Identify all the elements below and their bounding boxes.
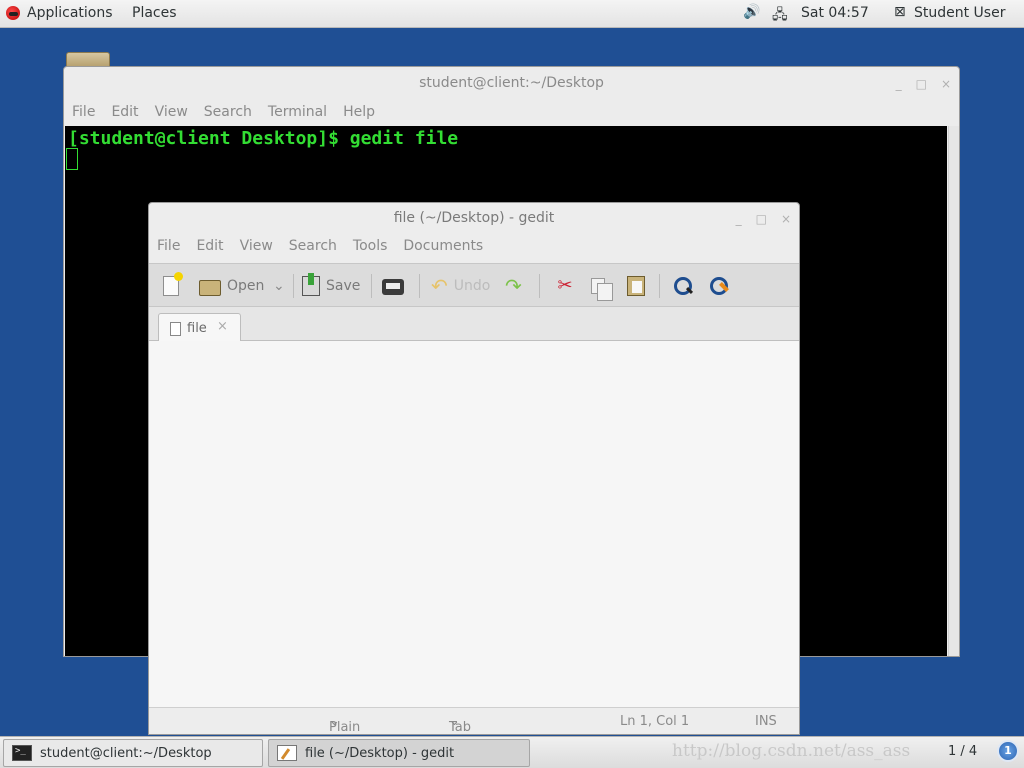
- toolbar-separator: [371, 274, 372, 298]
- top-bar: Applications Places 🔊 🖧 Sat 04:57 ⊠ Stud…: [0, 0, 1024, 28]
- chevron-down-icon: ⌄: [273, 278, 285, 294]
- printer-icon: [382, 279, 404, 295]
- network-icon[interactable]: 🖧: [772, 4, 788, 28]
- gedit-window: file (~/Desktop) - gedit _ □ × File Edit…: [148, 202, 800, 765]
- tab-label: file: [187, 321, 207, 336]
- gedit-window-controls: _ □ ×: [736, 203, 791, 234]
- taskbar-item-label: student@client:~/Desktop: [40, 746, 212, 761]
- open-label: Open: [227, 278, 265, 294]
- save-label: Save: [326, 278, 361, 294]
- applications-menu[interactable]: Applications: [27, 5, 113, 21]
- menu-edit[interactable]: Edit: [188, 234, 231, 262]
- terminal-window-controls: _ □ ×: [896, 67, 951, 100]
- menu-search[interactable]: Search: [196, 100, 260, 126]
- save-icon: [302, 273, 320, 296]
- toolbar-separator: [539, 274, 540, 298]
- terminal-cursor: [66, 148, 78, 170]
- language-selector[interactable]: Plain Text ⌄: [329, 714, 360, 750]
- notification-icon[interactable]: 1: [997, 740, 1019, 762]
- tab-file[interactable]: file ×: [158, 313, 241, 342]
- redo-button[interactable]: ↷: [505, 274, 522, 298]
- terminal-command-line: [student@client Desktop]$ gedit file: [68, 128, 459, 149]
- redo-icon: ↷: [505, 274, 522, 298]
- menu-search[interactable]: Search: [281, 234, 345, 262]
- redhat-icon: [6, 6, 20, 20]
- toolbar-separator: [293, 274, 294, 298]
- maximize-button[interactable]: □: [756, 212, 767, 226]
- search-icon: [673, 276, 693, 296]
- menu-help[interactable]: Help: [335, 100, 383, 126]
- replace-button[interactable]: [709, 274, 729, 298]
- close-icon[interactable]: ×: [217, 319, 228, 334]
- menu-file[interactable]: File: [64, 100, 103, 126]
- watermark: http://blog.csdn.net/ass_ass: [672, 741, 911, 761]
- paste-icon: [627, 276, 645, 296]
- new-button[interactable]: [163, 272, 183, 298]
- find-button[interactable]: [673, 274, 693, 298]
- taskbar-item-terminal[interactable]: student@client:~/Desktop: [3, 739, 263, 767]
- scissors-icon: ✂: [557, 275, 573, 296]
- paste-button[interactable]: [627, 274, 645, 298]
- folder-open-icon: [199, 280, 221, 296]
- new-document-icon: [163, 272, 183, 296]
- open-button[interactable]: Open: [199, 274, 264, 298]
- taskbar-item-gedit[interactable]: file (~/Desktop) - gedit: [268, 739, 530, 767]
- terminal-menubar: File Edit View Search Terminal Help: [64, 100, 383, 126]
- menu-view[interactable]: View: [232, 234, 281, 262]
- toolbar-separator: [419, 274, 420, 298]
- insert-mode: INS: [755, 714, 777, 729]
- copy-button[interactable]: [591, 274, 613, 301]
- menu-view[interactable]: View: [147, 100, 196, 126]
- terminal-title: student@client:~/Desktop: [419, 75, 604, 91]
- document-tabs: file ×: [149, 307, 799, 342]
- menu-file[interactable]: File: [149, 234, 188, 262]
- toolbar-separator: [659, 274, 660, 298]
- document-icon: [170, 322, 181, 336]
- close-button[interactable]: ×: [941, 77, 951, 91]
- open-dropdown[interactable]: ⌄: [273, 274, 285, 298]
- gedit-toolbar: Open ⌄ Save ↶ Undo ↷ ✂: [149, 263, 799, 307]
- text-editor-area[interactable]: [149, 341, 799, 707]
- undo-label: Undo: [453, 278, 491, 294]
- search-replace-icon: [709, 276, 729, 296]
- places-menu[interactable]: Places: [132, 5, 177, 21]
- clock[interactable]: Sat 04:57: [801, 5, 869, 21]
- menu-documents[interactable]: Documents: [395, 234, 491, 262]
- menu-terminal[interactable]: Terminal: [260, 100, 335, 126]
- tab-width-selector[interactable]: Tab Width: 8 ⌄: [449, 714, 491, 765]
- volume-icon[interactable]: 🔊: [743, 4, 760, 20]
- user-menu[interactable]: Student User: [914, 5, 1005, 21]
- menu-tools[interactable]: Tools: [345, 234, 396, 262]
- gedit-title: file (~/Desktop) - gedit: [393, 210, 555, 226]
- workspace-indicator[interactable]: 1 / 4: [948, 744, 977, 759]
- maximize-button[interactable]: □: [916, 77, 927, 91]
- copy-icon: [591, 278, 613, 301]
- close-button[interactable]: ×: [781, 212, 791, 226]
- minimize-button[interactable]: _: [736, 212, 742, 226]
- print-button[interactable]: [382, 274, 404, 298]
- minimize-button[interactable]: _: [896, 77, 902, 91]
- cursor-position: Ln 1, Col 1: [620, 714, 690, 729]
- undo-icon: ↶: [431, 274, 448, 298]
- gedit-statusbar: Plain Text ⌄ Tab Width: 8 ⌄ Ln 1, Col 1 …: [149, 707, 799, 765]
- save-button[interactable]: Save: [302, 273, 361, 298]
- user-icon: ⊠: [894, 4, 906, 20]
- terminal-icon: [12, 745, 32, 761]
- taskbar-item-label: file (~/Desktop) - gedit: [305, 746, 455, 761]
- menu-edit[interactable]: Edit: [103, 100, 146, 126]
- bottom-taskbar: student@client:~/Desktop file (~/Desktop…: [0, 736, 1024, 768]
- undo-button[interactable]: ↶ Undo: [431, 274, 490, 298]
- gedit-menubar: File Edit View Search Tools Documents: [149, 234, 491, 262]
- cut-button[interactable]: ✂: [555, 274, 575, 298]
- terminal-scrollbar[interactable]: [948, 126, 959, 656]
- text-editor-icon: [277, 745, 297, 761]
